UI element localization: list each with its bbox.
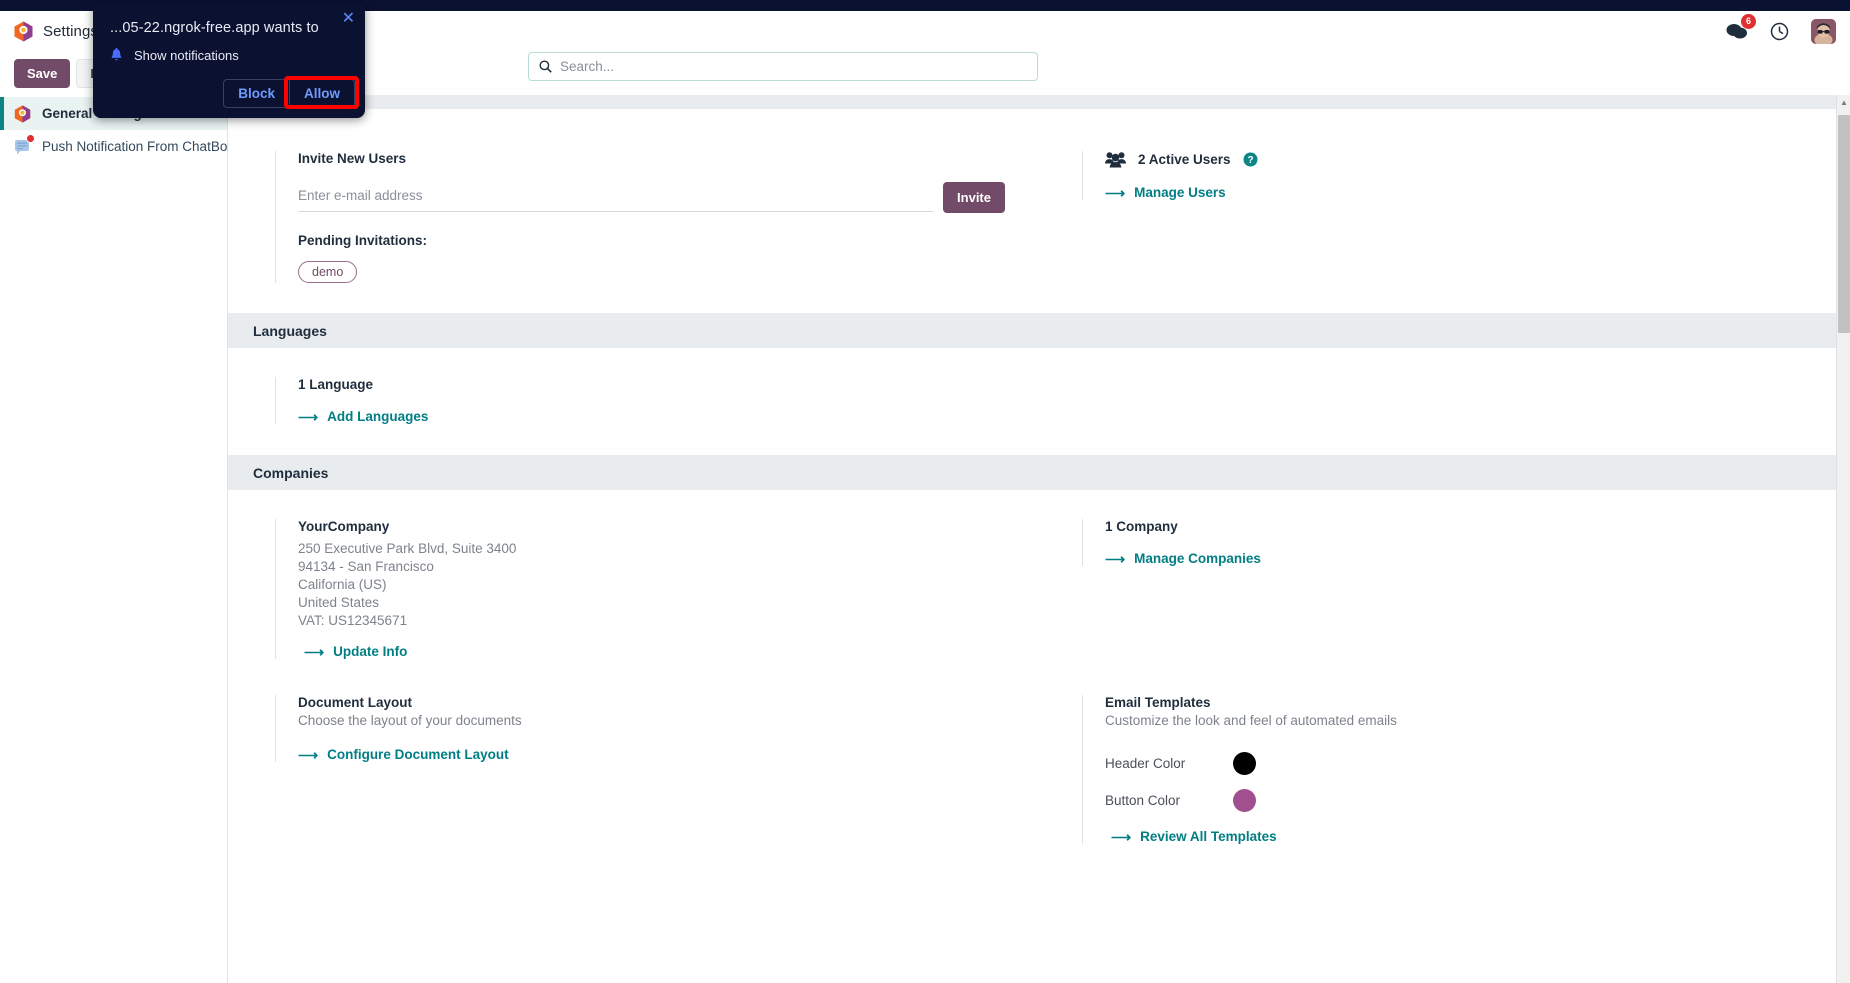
settings-content: Invite New Users Invite Pending Invitati… — [228, 95, 1842, 983]
save-button[interactable]: Save — [14, 58, 71, 88]
company-address-line: 94134 - San Francisco — [298, 559, 434, 574]
company-info-column: YourCompany 250 Executive Park Blvd, Sui… — [228, 519, 1035, 659]
review-all-templates-link[interactable]: ⟶ Review All Templates — [1105, 829, 1812, 844]
manage-users-link[interactable]: ⟶ Manage Users — [1105, 185, 1812, 200]
messages-icon[interactable]: 6 — [1726, 14, 1756, 41]
avatar[interactable] — [1811, 18, 1836, 44]
chatbox-icon — [14, 133, 35, 156]
document-layout-column: Document Layout Choose the layout of you… — [228, 695, 1035, 844]
languages-column: 1 Language ⟶ Add Languages — [228, 377, 1035, 424]
invite-users-column: Invite New Users Invite Pending Invitati… — [228, 151, 1035, 283]
settings-sidebar: General Settings Push Notification From … — [0, 95, 234, 983]
header-color-row: Header Color — [1105, 752, 1812, 775]
pending-invitations-label: Pending Invitations: — [298, 233, 428, 248]
invite-email-row: Invite — [298, 171, 1005, 223]
companies-block: Companies YourCompany 250 Executive Park… — [228, 455, 1842, 844]
main-scrollbar[interactable]: ▲ — [1836, 95, 1850, 983]
clock-icon[interactable] — [1770, 22, 1789, 41]
help-icon[interactable]: ? — [1243, 152, 1258, 167]
manage-companies-link[interactable]: ⟶ Manage Companies — [1105, 551, 1812, 566]
messages-badge: 6 — [1741, 14, 1756, 29]
odoo-logo-icon — [14, 104, 31, 123]
language-count: 1 Language — [298, 377, 374, 392]
company-count: 1 Company — [1105, 519, 1178, 534]
company-vat-line: VAT: US12345671 — [298, 613, 408, 628]
sidebar-item-push-notification-from-chatbox[interactable]: Push Notification From ChatBox — [0, 130, 234, 163]
arrow-right-icon: ⟶ — [1105, 184, 1126, 201]
header-color-swatch[interactable] — [1233, 752, 1256, 775]
manage-users-label: Manage Users — [1134, 185, 1226, 200]
company-name: YourCompany — [298, 519, 390, 534]
email-templates-description: Customize the look and feel of automated… — [1105, 713, 1397, 728]
chatbox-badge — [26, 133, 35, 143]
update-info-label: Update Info — [333, 644, 408, 659]
companies-section-header: Companies — [228, 455, 1842, 490]
search-icon — [539, 60, 552, 73]
search-input[interactable]: Search... — [528, 52, 1038, 81]
scrollbar-thumb[interactable] — [1838, 115, 1850, 333]
permission-popup-title: ...05-22.ngrok-free.app wants to — [110, 20, 319, 36]
users-icon — [1105, 151, 1126, 168]
active-users-column: 2 Active Users ? ⟶ Manage Users — [1035, 151, 1842, 283]
document-layout-description: Choose the layout of your documents — [298, 713, 522, 728]
email-templates-column: Email Templates Customize the look and f… — [1035, 695, 1842, 844]
pending-invitation-chip[interactable]: demo — [298, 261, 358, 283]
add-languages-link[interactable]: ⟶ Add Languages — [298, 409, 1005, 424]
button-color-label: Button Color — [1105, 793, 1181, 808]
email-field[interactable] — [298, 182, 934, 212]
bell-icon — [110, 48, 123, 63]
close-icon[interactable]: ✕ — [342, 11, 355, 27]
company-address-line: United States — [298, 595, 380, 610]
arrow-right-icon: ⟶ — [298, 746, 319, 763]
button-color-row: Button Color — [1105, 789, 1812, 812]
manage-companies-label: Manage Companies — [1134, 551, 1261, 566]
permission-popup-option: Show notifications — [110, 48, 239, 63]
languages-column-right — [1035, 377, 1842, 424]
review-all-templates-label: Review All Templates — [1140, 829, 1277, 844]
permission-popup-option-label: Show notifications — [134, 48, 239, 63]
company-address-line: 250 Executive Park Blvd, Suite 3400 — [298, 541, 517, 556]
users-block: Invite New Users Invite Pending Invitati… — [228, 109, 1842, 313]
header-color-label: Header Color — [1105, 756, 1186, 771]
content-top-strip — [228, 95, 1842, 109]
update-info-link[interactable]: ⟶ Update Info — [298, 644, 1005, 659]
svg-text:?: ? — [1247, 155, 1253, 166]
invite-button[interactable]: Invite — [943, 181, 1005, 213]
sidebar-item-label: Push Notification From ChatBox — [42, 139, 235, 154]
button-color-swatch[interactable] — [1233, 789, 1256, 812]
languages-block: Languages 1 Language ⟶ Add Languages — [228, 313, 1842, 455]
invite-new-users-title: Invite New Users — [298, 151, 407, 166]
arrow-right-icon: ⟶ — [304, 643, 325, 660]
company-count-column: 1 Company ⟶ Manage Companies — [1035, 519, 1842, 659]
permission-popup-actions: Block Allow — [223, 79, 355, 108]
active-users-row: 2 Active Users ? — [1105, 151, 1812, 168]
allow-button[interactable]: Allow — [290, 79, 355, 108]
email-templates-title: Email Templates — [1105, 695, 1211, 710]
languages-section-header: Languages — [228, 313, 1842, 348]
company-address-line: California (US) — [298, 577, 387, 592]
chevron-up-icon[interactable]: ▲ — [1837, 95, 1850, 109]
navbar-left-group: Settings — [0, 21, 98, 42]
document-layout-title: Document Layout — [298, 695, 413, 710]
configure-document-layout-link[interactable]: ⟶ Configure Document Layout — [298, 747, 1005, 762]
navbar-right-group: 6 — [1726, 14, 1850, 44]
search-placeholder: Search... — [560, 59, 615, 74]
configure-document-layout-label: Configure Document Layout — [327, 747, 509, 762]
active-users-count: 2 Active Users — [1138, 152, 1231, 167]
odoo-logo-icon[interactable] — [14, 21, 33, 42]
add-languages-label: Add Languages — [327, 409, 429, 424]
arrow-right-icon: ⟶ — [1105, 550, 1126, 567]
arrow-right-icon: ⟶ — [298, 408, 319, 425]
notification-permission-popup: ✕ ...05-22.ngrok-free.app wants to Show … — [93, 3, 365, 118]
block-button[interactable]: Block — [223, 79, 290, 108]
arrow-right-icon: ⟶ — [1111, 828, 1132, 845]
page-title: Settings — [43, 22, 98, 40]
